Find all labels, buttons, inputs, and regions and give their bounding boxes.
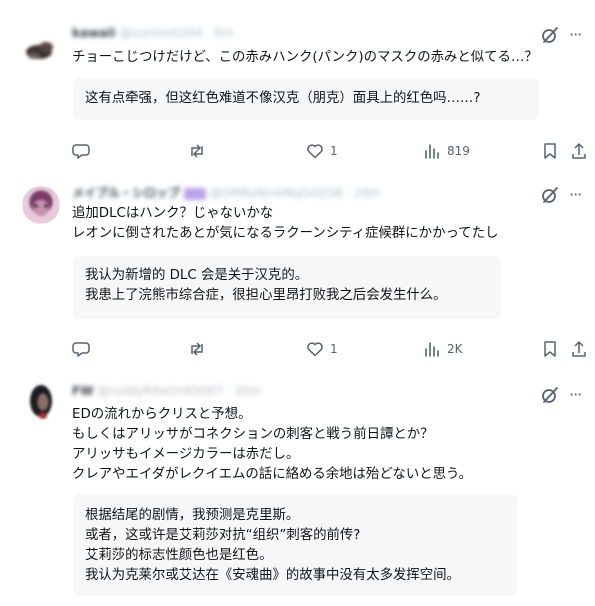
action-bar: 1 2K: [72, 339, 592, 359]
view-count: 2K: [447, 342, 463, 356]
share-icon: [572, 143, 586, 159]
tweet-header: メイプル・シロップ @OMRoNn4iNqOd2O8 · 28m: [72, 184, 381, 202]
retweet-icon: [191, 144, 203, 158]
retweet-button[interactable]: [188, 339, 212, 359]
like-button[interactable]: 1: [306, 339, 338, 359]
action-bar: 1 819: [72, 141, 592, 161]
author-name[interactable]: FW: [72, 384, 93, 398]
tweet[interactable]: FW @roddyRiteOrdOO07 · 20m ··· EDの流れからクリ…: [0, 374, 595, 606]
grok-icon[interactable]: [541, 186, 559, 204]
tweet[interactable]: kawaii @sumire0204 · 6m ··· チョーこじつけだけど、こ…: [0, 0, 595, 177]
verified-badge: [183, 187, 206, 200]
tweet-header: kawaii @sumire0204 · 6m: [72, 26, 234, 44]
like-count: 1: [330, 342, 338, 356]
heart-icon: [307, 342, 323, 357]
avatar[interactable]: [22, 30, 60, 68]
reply-icon: [72, 342, 90, 357]
reply-icon: [72, 144, 90, 159]
views-icon: [425, 342, 439, 357]
tweet[interactable]: メイプル・シロップ @OMRoNn4iNqOd2O8 · 28m ··· 追加D…: [0, 176, 595, 375]
bookmark-button[interactable]: [541, 141, 559, 161]
retweet-icon: [191, 342, 203, 356]
share-icon: [572, 341, 586, 357]
more-icon[interactable]: ···: [569, 27, 583, 48]
grok-icon[interactable]: [541, 386, 559, 404]
tweet-header: FW @roddyRiteOrdOO07 · 20m: [72, 384, 262, 402]
share-button[interactable]: [570, 339, 588, 359]
avatar[interactable]: [22, 382, 60, 420]
translation-box: 根据结尾的剧情，我预测是克里斯。 或者，这或许是艾莉莎对抗“组织”刺客的前传? …: [73, 494, 517, 596]
bookmark-button[interactable]: [541, 339, 559, 359]
more-icon[interactable]: ···: [569, 187, 583, 208]
views-button[interactable]: 2K: [423, 339, 463, 359]
avatar[interactable]: [22, 186, 60, 224]
reply-button[interactable]: [72, 141, 96, 161]
translation-box: 这有点牵强，但这红色难道不像汉克（朋克）面具上的红色吗……?: [73, 78, 539, 120]
heart-icon: [307, 144, 323, 159]
author-name[interactable]: メイプル・シロップ: [72, 184, 180, 201]
views-button[interactable]: 819: [423, 141, 470, 161]
author-name[interactable]: kawaii: [72, 26, 116, 40]
author-handle[interactable]: @roddyRiteOrdOO07 · 20m: [97, 384, 261, 398]
author-handle[interactable]: @OMRoNn4iNqOd2O8 · 28m: [210, 186, 381, 200]
bookmark-icon: [544, 341, 556, 357]
retweet-button[interactable]: [188, 141, 212, 161]
more-icon[interactable]: ···: [569, 387, 583, 408]
view-count: 819: [447, 144, 470, 158]
like-button[interactable]: 1: [306, 141, 338, 161]
bookmark-icon: [544, 143, 556, 159]
reply-button[interactable]: [72, 339, 96, 359]
share-button[interactable]: [570, 141, 588, 161]
like-count: 1: [330, 144, 338, 158]
author-handle[interactable]: @sumire0204 · 6m: [119, 26, 233, 40]
views-icon: [425, 144, 439, 159]
tweet-text: EDの流れからクリスと予想。 もしくはアリッサがコネクションの刺客と戦う前日譚と…: [72, 407, 472, 482]
tweet-text: 追加DLCはハンク？じゃないかな レオンに倒されたあとが気になるラクーンシティ症…: [72, 206, 499, 241]
tweet-text: チョーこじつけだけど、この赤みハンク(パンク)のマスクの赤みと似てる…？: [72, 50, 538, 65]
translation-box: 我认为新增的 DLC 会是关于汉克的。 我患上了浣熊市综合症，很担心里昂打败我之…: [73, 256, 501, 319]
grok-icon[interactable]: [541, 26, 559, 44]
